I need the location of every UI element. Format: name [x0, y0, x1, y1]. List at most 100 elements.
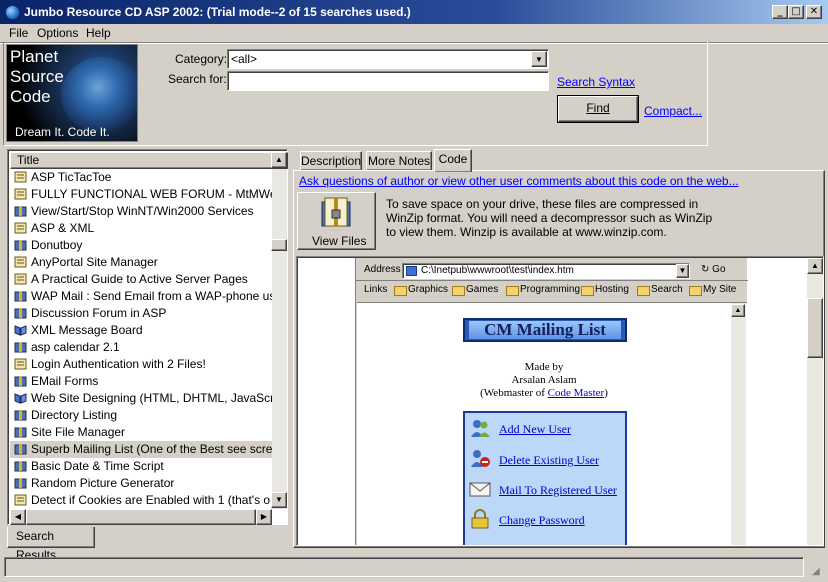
category-label: Category: [175, 52, 228, 66]
find-button[interactable]: Find [557, 95, 639, 123]
result-row[interactable]: Donutboy [10, 237, 272, 254]
link-my-site: My Site [689, 284, 736, 296]
zip-icon [14, 461, 27, 472]
result-title: Superb Mailing List (One of the Best see… [31, 442, 272, 456]
author-name: Arsalan Aslam [511, 374, 577, 386]
add-new-user-link: Add New User [499, 422, 571, 436]
result-title: A Practical Guide to Active Server Pages [31, 272, 248, 286]
scroll-right-icon[interactable]: ▶ [256, 509, 272, 525]
result-row[interactable]: Random Picture Generator [10, 475, 272, 492]
zip-icon [14, 206, 27, 217]
scroll-icon [14, 256, 27, 268]
scroll-thumb[interactable] [271, 239, 287, 251]
tab-description[interactable]: Description [300, 151, 362, 171]
zip-icon [14, 308, 27, 319]
tab-more-notes[interactable]: More Notes [366, 151, 432, 171]
result-row[interactable]: Discussion Forum in ASP [10, 305, 272, 322]
cm-mailing-list-banner: CM Mailing List [463, 318, 627, 342]
preview-scroll-up-icon[interactable]: ▲ [807, 258, 823, 274]
scroll-up-icon[interactable]: ▲ [271, 152, 287, 168]
link-search: Search [637, 284, 683, 296]
result-row[interactable]: Login Authentication with 2 Files! [10, 356, 272, 373]
maximize-button[interactable]: □ [788, 5, 804, 19]
result-title: Directory Listing [31, 408, 118, 422]
menu-help[interactable]: Help [86, 26, 111, 40]
view-files-button[interactable]: View Files [297, 192, 376, 250]
link-games: Games [452, 284, 498, 296]
code-screenshot-view: ▲ Address C:\Inetpub\wwwroot\test\index.… [296, 256, 824, 546]
result-row[interactable]: Detect if Cookies are Enabled with 1 (th… [10, 492, 272, 509]
logo-tagline: Dream It. Code It. [15, 125, 110, 139]
logo-line2: Source [10, 67, 64, 86]
mail-to-registered-user-link: Mail To Registered User [499, 483, 617, 497]
scroll-left-icon[interactable]: ◀ [10, 509, 26, 525]
address-dropdown-icon: ▼ [676, 264, 689, 278]
minimize-button[interactable]: _ [772, 5, 788, 19]
result-row[interactable]: Directory Listing [10, 407, 272, 424]
browser-screenshot: Address C:\Inetpub\wwwroot\test\index.ht… [355, 258, 748, 545]
zip-icon [14, 376, 27, 387]
result-row[interactable]: XML Message Board [10, 322, 272, 339]
logo-line1: Planet [10, 47, 59, 66]
column-header-title[interactable]: Title [10, 152, 288, 169]
toolbar-sep [356, 280, 748, 281]
preview-scroll-thumb[interactable] [807, 298, 823, 358]
result-title: Login Authentication with 2 Files! [31, 357, 206, 371]
result-row[interactable]: ASP TicTacToe [10, 169, 272, 186]
result-title: Random Picture Generator [31, 476, 175, 490]
result-title: EMail Forms [31, 374, 99, 388]
result-row[interactable]: View/Start/Stop WinNT/Win2000 Services [10, 203, 272, 220]
result-title: FULLY FUNCTIONAL WEB FORUM - MtMWebFc [31, 187, 272, 201]
results-list: Title ▲ ASP TicTacToe FULLY FUNCTIONAL WE… [7, 149, 288, 525]
tab-search-results[interactable]: Search Results [7, 527, 95, 562]
ask-questions-link[interactable]: Ask questions of author or view other us… [299, 174, 739, 188]
search-input[interactable] [227, 71, 549, 91]
change-password-link: Change Password [499, 513, 585, 527]
link-programming: Programming [506, 284, 580, 296]
planet-source-code-logo: Planet Source Code Dream It. Code It. [6, 44, 138, 142]
result-row[interactable]: AnyPortal Site Manager [10, 254, 272, 271]
chevron-down-icon[interactable]: ▼ [531, 51, 547, 67]
result-row[interactable]: FULLY FUNCTIONAL WEB FORUM - MtMWebFc [10, 186, 272, 203]
result-row[interactable]: WAP Mail : Send Email from a WAP-phone u… [10, 288, 272, 305]
link-graphics: Graphics [394, 284, 448, 296]
result-row[interactable]: asp calendar 2.1 [10, 339, 272, 356]
address-field: C:\Inetpub\wwwroot\test\index.htm ▼ [402, 263, 690, 279]
resize-grip-icon[interactable]: ◢ [812, 566, 820, 577]
scroll-icon [14, 358, 27, 370]
page-icon [406, 266, 417, 276]
category-select[interactable]: <all> ▼ [227, 49, 549, 69]
menu-file[interactable]: File [9, 26, 28, 40]
result-row[interactable]: EMail Forms [10, 373, 272, 390]
result-title: XML Message Board [31, 323, 143, 337]
made-by: Made by [524, 361, 564, 373]
result-row[interactable]: A Practical Guide to Active Server Pages [10, 271, 272, 288]
scroll-icon [14, 188, 27, 200]
web-vscroll [731, 303, 746, 545]
result-row[interactable]: ASP & XML [10, 220, 272, 237]
result-row[interactable]: Basic Date & Time Script [10, 458, 272, 475]
go-button: ↻ Go [701, 264, 726, 275]
logo-line3: Code [10, 87, 51, 106]
result-row[interactable]: Superb Mailing List (One of the Best see… [10, 441, 272, 458]
result-row[interactable]: Site File Manager [10, 424, 272, 441]
result-row[interactable]: Web Site Designing (HTML, DHTML, JavaScr… [10, 390, 272, 407]
scroll-icon [14, 494, 27, 506]
scroll-down-icon[interactable]: ▼ [271, 492, 287, 508]
address-label: Address [364, 264, 401, 275]
globe-image [61, 57, 137, 133]
result-title: Web Site Designing (HTML, DHTML, JavaScr… [31, 391, 272, 405]
zip-icon [14, 444, 27, 455]
h-scroll-thumb[interactable] [26, 509, 256, 525]
code-master-link: Code Master [547, 387, 605, 399]
tab-code[interactable]: Code [434, 149, 472, 172]
menu-options[interactable]: Options [37, 26, 78, 40]
book-icon [14, 393, 27, 404]
status-panel [4, 557, 804, 577]
title-bar: Jumbo Resource CD ASP 2002: (Trial mode-… [0, 0, 828, 24]
zip-icon [14, 427, 27, 438]
close-button[interactable]: ✕ [806, 5, 822, 19]
compact-link[interactable]: Compact... [644, 104, 702, 118]
search-syntax-link[interactable]: Search Syntax [557, 75, 635, 89]
vertical-scrollbar[interactable] [272, 169, 287, 509]
